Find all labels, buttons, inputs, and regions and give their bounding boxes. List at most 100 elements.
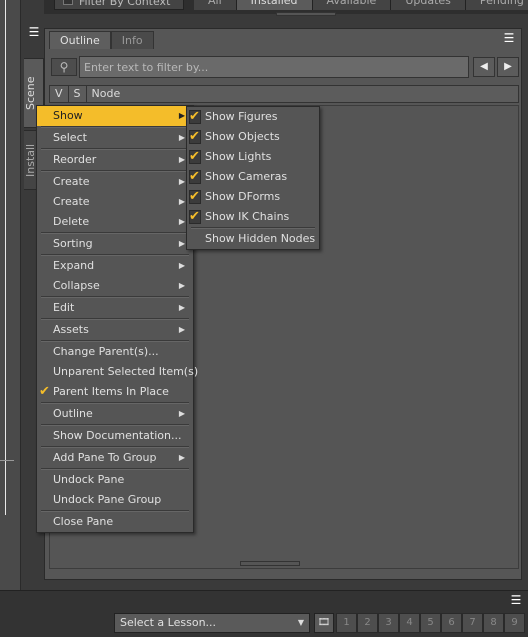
submenu-arrow-icon: ▶ (178, 303, 185, 312)
menu-item-label: Close Pane (53, 515, 114, 528)
page-number-7[interactable]: 7 (462, 613, 483, 633)
menu-item-undock-pane-group[interactable]: Undock Pane Group (37, 490, 193, 510)
menu-item-label: Change Parent(s)... (53, 345, 159, 358)
page-number-1[interactable]: 1 (336, 613, 357, 633)
menu-item-show[interactable]: Show ▶ (37, 106, 193, 126)
column-selectable[interactable]: S (69, 86, 87, 102)
menu-item-change-parent[interactable]: Change Parent(s)... (37, 342, 193, 362)
menu-item-sorting[interactable]: Sorting ▶ (37, 234, 193, 254)
search-icon[interactable]: ⚲ (51, 58, 77, 76)
submenu-arrow-icon: ▶ (178, 261, 185, 270)
submenu-item-label: Show Cameras (205, 170, 288, 183)
submenu-item-label: Show DForms (205, 190, 281, 203)
page-number-8[interactable]: 8 (483, 613, 504, 633)
submenu-arrow-icon: ▶ (178, 325, 185, 334)
menu-item-label: Collapse (53, 279, 100, 292)
page-number-2[interactable]: 2 (357, 613, 378, 633)
filter-previous-button[interactable]: ◀ (473, 57, 495, 77)
tab-pending[interactable]: Pending (465, 0, 528, 10)
menu-item-edit[interactable]: Edit ▶ (37, 298, 193, 318)
column-visible[interactable]: V (50, 86, 69, 102)
menu-item-show-documentation[interactable]: Show Documentation... (37, 426, 193, 446)
menu-item-label: Parent Items In Place (53, 385, 169, 398)
menu-item-label: Assets (53, 323, 89, 336)
tab-info[interactable]: Info (110, 31, 154, 49)
menu-item-parent-items-in-place[interactable]: ✔ Parent Items In Place (37, 382, 193, 402)
menu-item-delete[interactable]: Delete ▶ (37, 212, 193, 232)
pane-options-menu-icon[interactable]: ☰ (501, 31, 517, 47)
page-number-6[interactable]: 6 (441, 613, 462, 633)
menu-item-collapse[interactable]: Collapse ▶ (37, 276, 193, 296)
filter-by-context-checkbox[interactable]: Filter By Context (54, 0, 184, 10)
lesson-menu-icon[interactable]: ☰ (508, 593, 524, 607)
resize-handle[interactable] (276, 12, 336, 16)
menu-item-label: Edit (53, 301, 75, 314)
submenu-item-label: Show Figures (205, 110, 278, 123)
page-number-5[interactable]: 5 (420, 613, 441, 633)
column-node[interactable]: Node (87, 86, 126, 102)
lesson-bar: ☰ Select a Lesson... ▼ 🎞 1 2 3 4 5 6 7 8… (0, 590, 528, 637)
tab-available[interactable]: Available (312, 0, 392, 10)
lesson-select-value: Select a Lesson... (120, 616, 217, 629)
checkmark-icon: ✔ (189, 109, 200, 124)
context-menu: Show ▶ Select ▶ Reorder ▶ Create ▶ Create ▶ D… (36, 105, 198, 533)
menu-item-label: Create (53, 195, 90, 208)
checkbox-box[interactable] (63, 0, 73, 5)
submenu-arrow-icon: ▶ (178, 177, 185, 186)
menu-item-label: Add Pane To Group (53, 451, 157, 464)
submenu-item-show-hidden-nodes[interactable]: Show Hidden Nodes (187, 229, 319, 249)
menu-item-select[interactable]: Select ▶ (37, 128, 193, 148)
tab-installed[interactable]: Installed (236, 0, 313, 10)
checkmark-icon: ✔ (189, 209, 200, 224)
menu-item-label: Select (53, 131, 87, 144)
checkmark-icon: ✔ (189, 129, 200, 144)
checkmark-icon: ✔ (39, 384, 50, 399)
filter-next-button[interactable]: ▶ (497, 57, 519, 77)
filter-row: ⚲ ◀ ▶ (49, 56, 519, 78)
menu-item-create-2[interactable]: Create ▶ (37, 192, 193, 212)
submenu-item-show-objects[interactable]: ✔ Show Objects (187, 127, 319, 147)
film-icon[interactable]: 🎞 (314, 613, 334, 633)
menu-item-reorder[interactable]: Reorder ▶ (37, 150, 193, 170)
tab-all[interactable]: All (194, 0, 237, 10)
checkmark-icon: ✔ (189, 189, 200, 204)
submenu-item-show-dforms[interactable]: ✔ Show DForms (187, 187, 319, 207)
top-content-bar: Filter By Context All Installed Availabl… (44, 0, 528, 16)
menu-item-expand[interactable]: Expand ▶ (37, 256, 193, 276)
menu-item-label: Reorder (53, 153, 97, 166)
submenu-arrow-icon: ▶ (178, 111, 185, 120)
menu-item-create[interactable]: Create ▶ (37, 172, 193, 192)
submenu-item-label: Show Hidden Nodes (205, 232, 316, 245)
menu-item-label: Unparent Selected Item(s) (53, 365, 199, 378)
menu-item-label: Show Documentation... (53, 429, 182, 442)
submenu-arrow-icon: ▶ (178, 217, 185, 226)
tab-outline[interactable]: Outline (49, 31, 111, 49)
menu-item-assets[interactable]: Assets ▶ (37, 320, 193, 340)
submenu-item-show-figures[interactable]: ✔ Show Figures (187, 107, 319, 127)
page-number-4[interactable]: 4 (399, 613, 420, 633)
submenu-item-show-cameras[interactable]: ✔ Show Cameras (187, 167, 319, 187)
submenu-item-label: Show Objects (205, 130, 280, 143)
submenu-item-show-ik-chains[interactable]: ✔ Show IK Chains (187, 207, 319, 227)
menu-item-add-pane-to-group[interactable]: Add Pane To Group ▶ (37, 448, 193, 468)
menu-item-close-pane[interactable]: Close Pane (37, 512, 193, 532)
pane-resize-handle[interactable] (240, 561, 300, 566)
filter-input[interactable] (79, 56, 469, 78)
menu-item-unparent-selected[interactable]: Unparent Selected Item(s) (37, 362, 198, 382)
submenu-arrow-icon: ▶ (178, 155, 185, 164)
checkmark-icon: ✔ (189, 149, 200, 164)
pane-menu-icon[interactable]: ☰ (26, 26, 42, 40)
lesson-page-numbers: 1 2 3 4 5 6 7 8 9 (336, 613, 525, 633)
page-number-3[interactable]: 3 (378, 613, 399, 633)
menu-item-outline[interactable]: Outline ▶ (37, 404, 193, 424)
submenu-arrow-icon: ▶ (178, 133, 185, 142)
menu-item-undock-pane[interactable]: Undock Pane (37, 470, 193, 490)
page-number-9[interactable]: 9 (504, 613, 525, 633)
filter-by-context-label: Filter By Context (79, 0, 171, 8)
submenu-arrow-icon: ▶ (178, 409, 185, 418)
lesson-select-dropdown[interactable]: Select a Lesson... ▼ (114, 613, 310, 633)
menu-item-label: Create (53, 175, 90, 188)
submenu-item-show-lights[interactable]: ✔ Show Lights (187, 147, 319, 167)
pane-tabs: Outline Info (49, 31, 154, 49)
tab-updates[interactable]: Updates (391, 0, 466, 10)
